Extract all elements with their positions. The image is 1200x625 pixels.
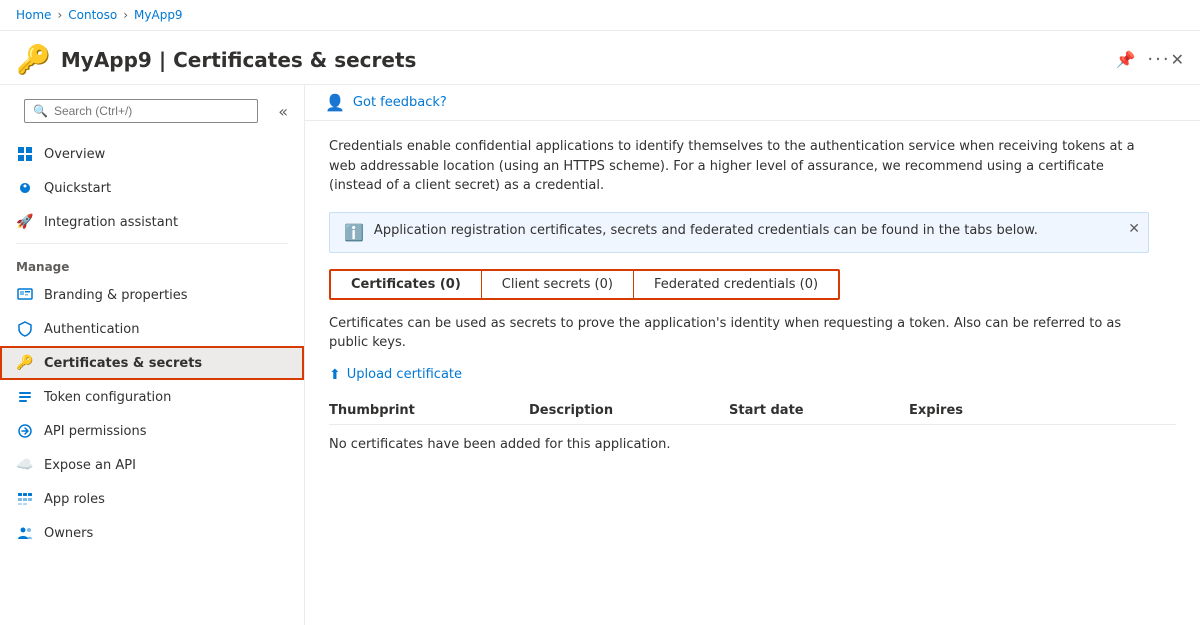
auth-icon: [16, 320, 34, 338]
sidebar-item-certs-label: Certificates & secrets: [44, 356, 202, 371]
sidebar-item-quickstart[interactable]: Quickstart: [0, 171, 304, 205]
feedback-text[interactable]: Got feedback?: [353, 95, 447, 110]
sidebar-item-expose-label: Expose an API: [44, 458, 136, 473]
approles-icon: [16, 490, 34, 508]
branding-icon: [16, 286, 34, 304]
quickstart-icon: [16, 179, 34, 197]
breadcrumb-contoso[interactable]: Contoso: [68, 8, 117, 22]
info-banner: ℹ️ Application registration certificates…: [329, 212, 1149, 253]
credentials-description: Credentials enable confidential applicat…: [329, 137, 1149, 196]
upload-label: Upload certificate: [347, 367, 462, 382]
manage-section-label: Manage: [0, 248, 304, 278]
sidebar-item-overview-label: Overview: [44, 147, 105, 162]
breadcrumb-myapp9[interactable]: MyApp9: [134, 8, 183, 22]
search-box[interactable]: 🔍: [24, 99, 258, 123]
collapse-sidebar-button[interactable]: «: [274, 102, 292, 121]
top-bar: Home › Contoso › MyApp9: [0, 0, 1200, 31]
dismiss-banner-button[interactable]: ✕: [1128, 221, 1140, 237]
search-input[interactable]: [54, 104, 249, 118]
sidebar-item-expose[interactable]: ☁️ Expose an API: [0, 448, 304, 482]
main-layout: 🔍 « Overview Quickstart 🚀 Integration as…: [0, 85, 1200, 625]
cert-table-empty: No certificates have been added for this…: [329, 429, 1176, 460]
cert-description: Certificates can be used as secrets to p…: [329, 314, 1149, 353]
sidebar-item-owners-label: Owners: [44, 526, 93, 541]
app-icon: 🔑: [16, 43, 51, 76]
sidebar-item-quickstart-label: Quickstart: [44, 181, 111, 196]
tab-federated[interactable]: Federated credentials (0): [634, 271, 838, 298]
breadcrumb: Home › Contoso › MyApp9: [16, 8, 183, 22]
feedback-bar[interactable]: 👤 Got feedback?: [305, 85, 1200, 121]
breadcrumb-home[interactable]: Home: [16, 8, 51, 22]
sidebar-item-token[interactable]: Token configuration: [0, 380, 304, 414]
col-description: Description: [529, 403, 729, 418]
main-content: 👤 Got feedback? Credentials enable confi…: [305, 85, 1200, 625]
sidebar-item-token-label: Token configuration: [44, 390, 171, 405]
sidebar-item-overview[interactable]: Overview: [0, 137, 304, 171]
search-icon: 🔍: [33, 104, 48, 118]
certs-icon: 🔑: [16, 354, 34, 372]
sidebar: 🔍 « Overview Quickstart 🚀 Integration as…: [0, 85, 305, 625]
sidebar-item-certs[interactable]: 🔑 Certificates & secrets: [0, 346, 304, 380]
sidebar-item-branding[interactable]: Branding & properties: [0, 278, 304, 312]
pin-icon[interactable]: 📌: [1116, 50, 1136, 69]
cert-table-header: Thumbprint Description Start date Expire…: [329, 397, 1176, 425]
breadcrumb-sep-2: ›: [123, 8, 128, 22]
integration-icon: 🚀: [16, 213, 34, 231]
api-icon: [16, 422, 34, 440]
header-actions: 📌 ···: [1116, 49, 1171, 70]
col-thumbprint: Thumbprint: [329, 403, 529, 418]
sidebar-item-branding-label: Branding & properties: [44, 288, 188, 303]
upload-icon: ⬆: [329, 367, 341, 383]
tab-certificates[interactable]: Certificates (0): [331, 271, 482, 298]
content-body: Credentials enable confidential applicat…: [305, 121, 1200, 476]
title-separator: |: [159, 48, 173, 72]
col-expires: Expires: [909, 403, 1089, 418]
sidebar-item-integration[interactable]: 🚀 Integration assistant: [0, 205, 304, 239]
overview-icon: [16, 145, 34, 163]
upload-certificate-button[interactable]: ⬆ Upload certificate: [329, 367, 1176, 383]
more-icon[interactable]: ···: [1147, 49, 1170, 70]
app-name: MyApp9: [61, 48, 152, 72]
expose-icon: ☁️: [16, 456, 34, 474]
token-icon: [16, 388, 34, 406]
page-title: MyApp9 | Certificates & secrets: [61, 48, 1104, 72]
section-name: Certificates & secrets: [173, 48, 416, 72]
sidebar-item-approles-label: App roles: [44, 492, 105, 507]
page-header: 🔑 MyApp9 | Certificates & secrets 📌 ··· …: [0, 31, 1200, 85]
tab-client-secrets[interactable]: Client secrets (0): [482, 271, 634, 298]
sidebar-item-api-label: API permissions: [44, 424, 146, 439]
breadcrumb-sep-1: ›: [57, 8, 62, 22]
col-start-date: Start date: [729, 403, 909, 418]
sidebar-item-approles[interactable]: App roles: [0, 482, 304, 516]
sidebar-item-authentication-label: Authentication: [44, 322, 139, 337]
sidebar-item-integration-label: Integration assistant: [44, 215, 178, 230]
sidebar-item-authentication[interactable]: Authentication: [0, 312, 304, 346]
close-button[interactable]: ✕: [1171, 50, 1184, 69]
sidebar-divider: [16, 243, 288, 244]
tabs-container: Certificates (0) Client secrets (0) Fede…: [329, 269, 840, 300]
sidebar-item-owners[interactable]: Owners: [0, 516, 304, 550]
sidebar-item-api[interactable]: API permissions: [0, 414, 304, 448]
owners-icon: [16, 524, 34, 542]
info-icon: ℹ️: [344, 223, 364, 242]
feedback-icon: 👤: [325, 93, 345, 112]
info-banner-text: Application registration certificates, s…: [374, 223, 1134, 238]
